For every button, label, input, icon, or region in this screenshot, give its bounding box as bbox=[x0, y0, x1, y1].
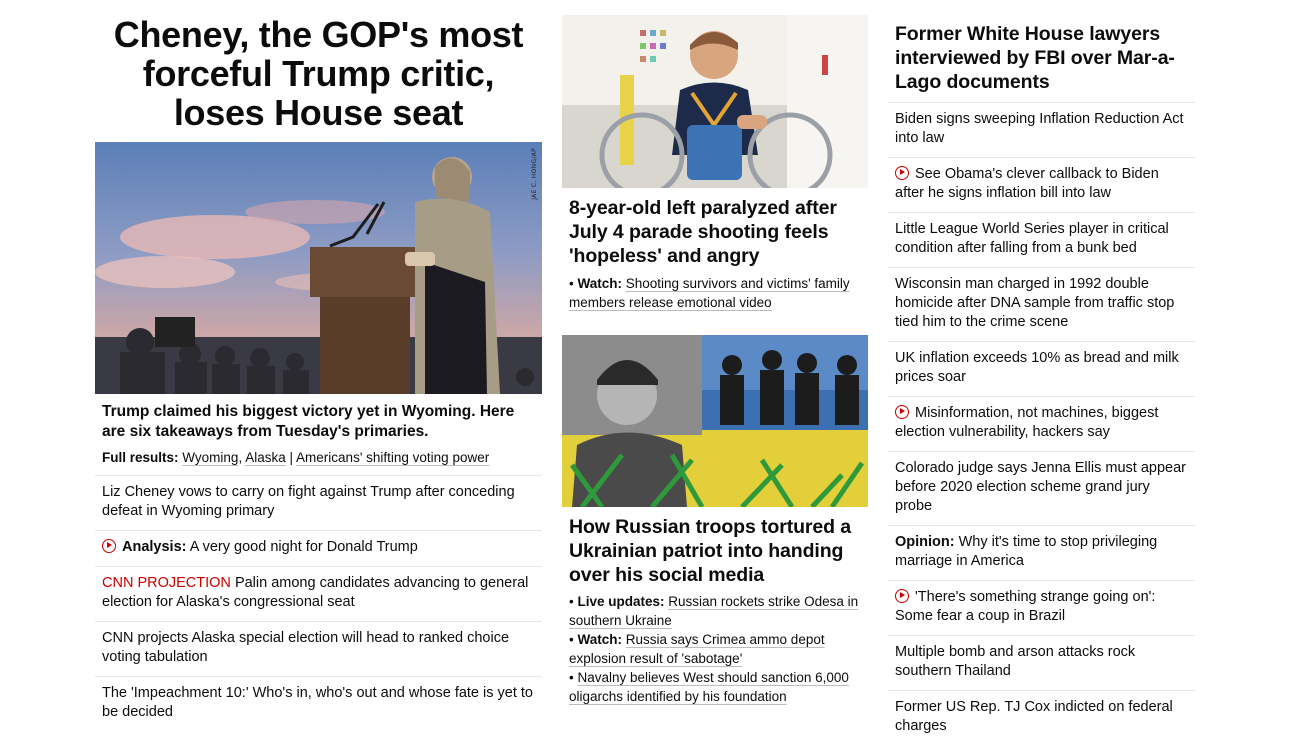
ukraine-collage-photo bbox=[562, 335, 868, 507]
list-item[interactable]: Multiple bomb and arson attacks rock sou… bbox=[888, 635, 1195, 690]
bullet: • bbox=[569, 276, 574, 291]
full-results: Full results: Wyoming, Alaska | American… bbox=[95, 442, 542, 475]
analysis-label: Analysis: bbox=[122, 539, 187, 555]
bullet: • bbox=[569, 670, 574, 685]
wheelchair-boy-photo bbox=[562, 15, 868, 188]
list-item-text: 'There's something strange going on': So… bbox=[895, 589, 1156, 624]
list-item[interactable]: CNN projects Alaska special election wil… bbox=[95, 621, 542, 676]
left-column: Cheney, the GOP's most forceful Trump cr… bbox=[95, 0, 542, 731]
list-item-text: Little League World Series player in cri… bbox=[895, 221, 1169, 256]
fbi-headline[interactable]: Former White House lawyers interviewed b… bbox=[888, 0, 1195, 102]
results-comma: , bbox=[238, 450, 243, 465]
list-item[interactable]: Former US Rep. TJ Cox indicted on federa… bbox=[888, 690, 1195, 745]
wheelchair-boy-image[interactable] bbox=[562, 15, 868, 188]
alaska-link[interactable]: Alaska bbox=[245, 450, 286, 465]
list-item-text: A very good night for Donald Trump bbox=[189, 539, 418, 555]
full-results-label: Full results: bbox=[102, 450, 179, 465]
list-item[interactable]: Liz Cheney vows to carry on fight agains… bbox=[95, 475, 542, 530]
list-item[interactable]: Biden signs sweeping Inflation Reduction… bbox=[888, 102, 1195, 157]
ukraine-collage-image[interactable] bbox=[562, 335, 868, 507]
play-icon bbox=[895, 405, 909, 419]
live-updates-label: Live updates: bbox=[577, 594, 665, 609]
list-item[interactable]: Opinion: Why it's time to stop privilegi… bbox=[888, 525, 1195, 580]
hero-image[interactable]: JAE C. HONG/AP bbox=[95, 142, 542, 394]
list-item[interactable]: Wisconsin man charged in 1992 double hom… bbox=[888, 267, 1195, 341]
cheney-podium-photo bbox=[95, 142, 542, 394]
list-item-text: The 'Impeachment 10:' Who's in, who's ou… bbox=[102, 685, 533, 720]
list-item[interactable]: Little League World Series player in cri… bbox=[888, 212, 1195, 267]
list-item-text: Wisconsin man charged in 1992 double hom… bbox=[895, 276, 1175, 330]
play-icon bbox=[895, 589, 909, 603]
story2-sub-1[interactable]: • Live updates: Russian rockets strike O… bbox=[562, 587, 868, 630]
list-item-text: See Obama's clever callback to Biden aft… bbox=[895, 166, 1159, 201]
list-item-text: Multiple bomb and arson attacks rock sou… bbox=[895, 644, 1136, 679]
cnn-projection-label: CNN PROJECTION bbox=[102, 575, 231, 591]
list-item[interactable]: CNN PROJECTION Palin among candidates ad… bbox=[95, 566, 542, 621]
story1-sub[interactable]: • Watch: Shooting survivors and victims'… bbox=[562, 268, 868, 312]
list-item-text: Former US Rep. TJ Cox indicted on federa… bbox=[895, 699, 1173, 734]
watch-label: Watch: bbox=[577, 632, 623, 647]
bullet: • bbox=[569, 632, 574, 647]
hero-headline[interactable]: Cheney, the GOP's most forceful Trump cr… bbox=[95, 0, 542, 142]
watch-label: Watch: bbox=[577, 276, 623, 291]
list-item[interactable]: Misinformation, not machines, biggest el… bbox=[888, 396, 1195, 451]
middle-column: 8-year-old left paralyzed after July 4 p… bbox=[562, 0, 868, 706]
list-item[interactable]: 'There's something strange going on': So… bbox=[888, 580, 1195, 635]
bullet: • bbox=[569, 594, 574, 609]
list-item[interactable]: UK inflation exceeds 10% as bread and mi… bbox=[888, 341, 1195, 396]
story2-sub-2[interactable]: • Watch: Russia says Crimea ammo depot e… bbox=[562, 630, 868, 668]
play-icon bbox=[895, 166, 909, 180]
list-item[interactable]: See Obama's clever callback to Biden aft… bbox=[888, 157, 1195, 212]
opinion-label: Opinion: bbox=[895, 534, 955, 550]
list-item-text: Misinformation, not machines, biggest el… bbox=[895, 405, 1159, 440]
story2-sub-3[interactable]: • Navalny believes West should sanction … bbox=[562, 668, 868, 706]
results-pipe: | bbox=[289, 450, 294, 465]
takeaways-headline[interactable]: Trump claimed his biggest victory yet in… bbox=[95, 394, 542, 442]
wyoming-link[interactable]: Wyoming bbox=[182, 450, 238, 465]
list-item-text: Biden signs sweeping Inflation Reduction… bbox=[895, 111, 1184, 146]
list-item[interactable]: Analysis: A very good night for Donald T… bbox=[95, 530, 542, 566]
list-item[interactable]: Colorado judge says Jenna Ellis must app… bbox=[888, 451, 1195, 525]
list-item-text: UK inflation exceeds 10% as bread and mi… bbox=[895, 350, 1179, 385]
list-item[interactable]: The 'Impeachment 10:' Who's in, who's ou… bbox=[95, 676, 542, 731]
sub-link-text[interactable]: Navalny believes West should sanction 6,… bbox=[569, 670, 849, 704]
russian-troops-headline[interactable]: How Russian troops tortured a Ukrainian … bbox=[562, 507, 868, 587]
list-item-text: CNN projects Alaska special election wil… bbox=[102, 630, 510, 665]
right-column: Former White House lawyers interviewed b… bbox=[888, 0, 1195, 745]
play-icon bbox=[102, 539, 116, 553]
list-item-text: Colorado judge says Jenna Ellis must app… bbox=[895, 460, 1186, 514]
paralyzed-boy-headline[interactable]: 8-year-old left paralyzed after July 4 p… bbox=[562, 188, 868, 268]
voting-power-link[interactable]: Americans' shifting voting power bbox=[296, 450, 489, 465]
list-item-text: Liz Cheney vows to carry on fight agains… bbox=[102, 484, 515, 519]
photo-credit: JAE C. HONG/AP bbox=[531, 148, 538, 200]
